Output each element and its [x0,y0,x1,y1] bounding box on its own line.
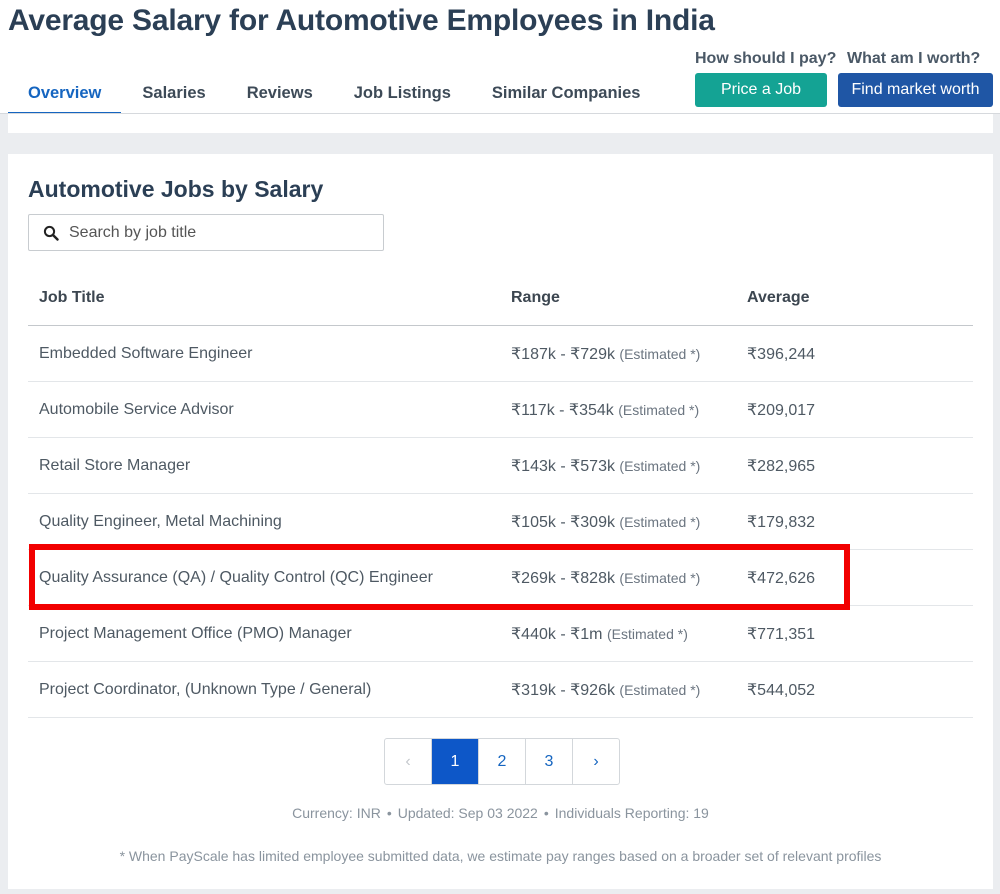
estimate-footnote: * When PayScale has limited employee sub… [119,848,882,864]
range-cell: ₹187k - ₹729k (Estimated *) [511,325,747,382]
average-cell: ₹544,052 [747,661,973,718]
table-row[interactable]: Automobile Service Advisor ₹117k - ₹354k… [28,381,973,438]
previous-card-bottom [8,114,993,133]
currency-text: Currency: INR [292,805,381,821]
search-box [28,214,384,251]
tab-reviews[interactable]: Reviews [227,74,333,112]
average-cell: ₹209,017 [747,381,973,438]
page-3-button[interactable]: 3 [526,739,573,784]
section-title: Automotive Jobs by Salary [28,176,324,202]
tab-salaries[interactable]: Salaries [122,74,225,112]
average-cell: ₹396,244 [747,325,973,382]
table-row[interactable]: Retail Store Manager ₹143k - ₹573k (Esti… [28,437,973,494]
average-cell: ₹179,832 [747,493,973,550]
price-job-question: How should I pay? [695,50,837,67]
range-value: ₹117k - ₹354k [511,401,614,419]
average-cell: ₹472,626 [747,549,973,606]
updated-text: Updated: Sep 03 2022 [397,805,538,821]
price-a-job-button[interactable]: Price a Job [695,73,827,107]
job-title-cell[interactable]: Quality Assurance (QA) / Quality Control… [28,549,511,606]
company-tabs: Overview Salaries Reviews Job Listings S… [8,74,661,115]
next-page-button[interactable]: › [573,739,619,784]
separator-dot: • [543,805,549,821]
previous-page-button[interactable]: ‹ [385,739,432,784]
separator-dot: • [386,805,392,821]
job-title-cell[interactable]: Automobile Service Advisor [28,381,511,438]
search-icon [43,225,59,241]
estimated-note: (Estimated *) [619,681,701,698]
range-value: ₹440k - ₹1m [511,625,603,643]
average-cell: ₹282,965 [747,437,973,494]
range-cell: ₹269k - ₹828k (Estimated *) [511,549,747,606]
column-header-average[interactable]: Average [747,270,973,326]
job-title-cell[interactable]: Project Coordinator, (Unknown Type / Gen… [28,661,511,718]
average-cell: ₹771,351 [747,605,973,662]
column-header-job-title[interactable]: Job Title [28,270,511,326]
table-row[interactable]: Quality Engineer, Metal Machining ₹105k … [28,493,973,550]
estimated-note: (Estimated *) [619,457,701,474]
jobs-table: Job Title Range Average Embedded Softwar… [28,270,973,718]
range-cell: ₹117k - ₹354k (Estimated *) [511,381,747,438]
range-cell: ₹319k - ₹926k (Estimated *) [511,661,747,718]
table-row[interactable]: Project Management Office (PMO) Manager … [28,605,973,662]
pagination: ‹ 1 2 3 › [384,738,620,785]
find-market-worth-button[interactable]: Find market worth [838,73,993,107]
job-title-cell[interactable]: Project Management Office (PMO) Manager [28,605,511,662]
range-value: ₹143k - ₹573k [511,457,615,475]
data-meta-line: Currency: INR • Updated: Sep 03 2022 • Indiv… [8,805,993,821]
range-cell: ₹143k - ₹573k (Estimated *) [511,437,747,494]
tab-job-listings[interactable]: Job Listings [334,74,471,112]
jobs-by-salary-card: Automotive Jobs by Salary Job Title Rang… [8,154,993,889]
range-value: ₹105k - ₹309k [511,513,615,531]
tab-similar-companies[interactable]: Similar Companies [472,74,661,112]
job-title-cell[interactable]: Quality Engineer, Metal Machining [28,493,511,550]
range-value: ₹187k - ₹729k [511,345,615,363]
page-title: Average Salary for Automotive Employees … [8,4,715,37]
job-title-cell[interactable]: Embedded Software Engineer [28,325,511,382]
range-cell: ₹440k - ₹1m (Estimated *) [511,605,747,662]
table-row[interactable]: Quality Assurance (QA) / Quality Control… [28,549,973,606]
estimated-note: (Estimated *) [619,569,701,586]
job-title-cell[interactable]: Retail Store Manager [28,437,511,494]
range-value: ₹269k - ₹828k [511,569,615,587]
table-row[interactable]: Embedded Software Engineer ₹187k - ₹729k… [28,325,973,382]
estimated-note: (Estimated *) [619,513,701,530]
column-header-range[interactable]: Range [511,270,747,326]
page-1-button[interactable]: 1 [432,739,479,784]
estimated-note: (Estimated *) [619,345,701,362]
tab-overview[interactable]: Overview [8,74,122,115]
estimated-note: (Estimated *) [618,401,700,418]
reporting-count-text: Individuals Reporting: 19 [554,805,709,821]
range-value: ₹319k - ₹926k [511,681,615,699]
estimated-note: (Estimated *) [606,625,688,642]
page-2-button[interactable]: 2 [479,739,526,784]
table-row[interactable]: Project Coordinator, (Unknown Type / Gen… [28,661,973,718]
table-header-row: Job Title Range Average [28,270,973,326]
range-cell: ₹105k - ₹309k (Estimated *) [511,493,747,550]
job-title-search-input[interactable] [69,215,369,250]
market-worth-question: What am I worth? [847,50,981,67]
